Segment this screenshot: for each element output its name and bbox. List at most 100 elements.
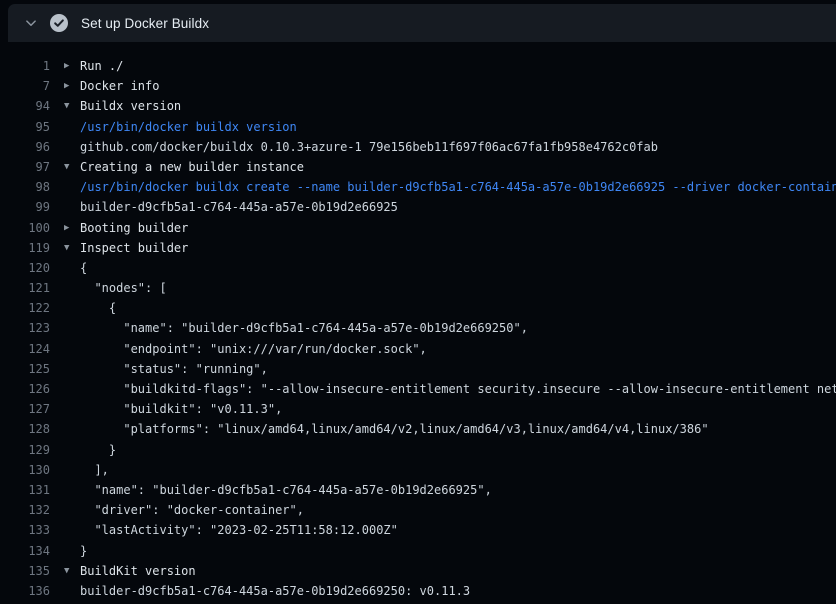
log-group-row[interactable]: 100▶Booting builder	[0, 218, 836, 238]
log-text: Docker info	[80, 76, 159, 96]
check-circle-icon	[50, 14, 68, 32]
log-group-row[interactable]: 7 ▶Docker info	[0, 76, 836, 96]
log-line: 136builder-d9cfb5a1-c764-445a-a57e-0b19d…	[0, 581, 836, 601]
line-number[interactable]: 132	[0, 500, 50, 520]
log-line: 122 {	[0, 298, 836, 318]
log-text: github.com/docker/buildx 0.10.3+azure-1 …	[80, 137, 658, 157]
log-text: BuildKit version	[80, 561, 196, 581]
log-text: Run ./	[80, 56, 123, 76]
line-number[interactable]: 135	[0, 561, 50, 581]
log-text: /usr/bin/docker buildx create --name bui…	[80, 177, 836, 197]
arrow-spacer	[64, 500, 80, 520]
line-number[interactable]: 130	[0, 460, 50, 480]
arrow-spacer	[64, 298, 80, 318]
log-text: "nodes": [	[80, 278, 167, 298]
arrow-spacer	[64, 440, 80, 460]
log-text: "status": "running",	[80, 359, 268, 379]
line-number[interactable]: 127	[0, 399, 50, 419]
log-text: ],	[80, 460, 109, 480]
line-number[interactable]: 123	[0, 318, 50, 338]
arrow-spacer	[64, 419, 80, 439]
line-number[interactable]: 96	[0, 137, 50, 157]
group-expanded-icon[interactable]: ▼	[64, 561, 80, 581]
log-text: "name": "builder-d9cfb5a1-c764-445a-a57e…	[80, 480, 492, 500]
line-number[interactable]: 131	[0, 480, 50, 500]
line-number[interactable]: 120	[0, 258, 50, 278]
line-number[interactable]: 119	[0, 238, 50, 258]
line-number[interactable]: 97	[0, 157, 50, 177]
arrow-spacer	[64, 177, 80, 197]
log-line: 99 builder-d9cfb5a1-c764-445a-a57e-0b19d2…	[0, 197, 836, 217]
log-line: 125 "status": "running",	[0, 359, 836, 379]
arrow-spacer	[64, 460, 80, 480]
arrow-spacer	[64, 379, 80, 399]
group-collapsed-icon[interactable]: ▶	[64, 218, 80, 238]
log-text: "lastActivity": "2023-02-25T11:58:12.000…	[80, 520, 398, 540]
group-expanded-icon[interactable]: ▼	[64, 96, 80, 116]
log-line: 127 "buildkit": "v0.11.3",	[0, 399, 836, 419]
group-collapsed-icon[interactable]: ▶	[64, 56, 80, 76]
log-line: 121 "nodes": [	[0, 278, 836, 298]
log-line: 98/usr/bin/docker buildx create --name b…	[0, 177, 836, 197]
log-text: "buildkitd-flags": "--allow-insecure-ent…	[80, 379, 836, 399]
log-group-row[interactable]: 135 ▼BuildKit version	[0, 561, 836, 581]
log-group-row[interactable]: 1 ▶Run ./	[0, 56, 836, 76]
line-number[interactable]: 122	[0, 298, 50, 318]
line-number[interactable]: 95	[0, 117, 50, 137]
arrow-spacer	[64, 520, 80, 540]
arrow-spacer	[64, 359, 80, 379]
line-number[interactable]: 126	[0, 379, 50, 399]
log-line: 128 "platforms": "linux/amd64,linux/amd6…	[0, 419, 836, 439]
log-text: "platforms": "linux/amd64,linux/amd64/v2…	[80, 419, 709, 439]
log-line: 95/usr/bin/docker buildx version	[0, 117, 836, 137]
group-collapsed-icon[interactable]: ▶	[64, 76, 80, 96]
log-line: 120 {	[0, 258, 836, 278]
log-line: 124 "endpoint": "unix:///var/run/docker.…	[0, 339, 836, 359]
log-line: 132 "driver": "docker-container",	[0, 500, 836, 520]
log-group-row[interactable]: 119▼Inspect builder	[0, 238, 836, 258]
line-number[interactable]: 94	[0, 96, 50, 116]
line-number[interactable]: 129	[0, 440, 50, 460]
arrow-spacer	[64, 117, 80, 137]
line-number[interactable]: 7	[0, 76, 50, 96]
log-group-row[interactable]: 97 ▼Creating a new builder instance	[0, 157, 836, 177]
arrow-spacer	[64, 581, 80, 601]
group-expanded-icon[interactable]: ▼	[64, 157, 80, 177]
log-line: 133 "lastActivity": "2023-02-25T11:58:12…	[0, 520, 836, 540]
log-output: 1▶Run ./7▶Docker info94▼Buildx version95…	[0, 56, 836, 601]
log-text: }	[80, 541, 87, 561]
group-expanded-icon[interactable]: ▼	[64, 238, 80, 258]
log-line: 129 }	[0, 440, 836, 460]
step-header[interactable]: Set up Docker Buildx	[8, 4, 836, 42]
log-text: Creating a new builder instance	[80, 157, 304, 177]
line-number[interactable]: 121	[0, 278, 50, 298]
line-number[interactable]: 134	[0, 541, 50, 561]
log-text: {	[80, 298, 116, 318]
line-number[interactable]: 99	[0, 197, 50, 217]
log-line: 130 ],	[0, 460, 836, 480]
line-number[interactable]: 124	[0, 339, 50, 359]
log-text: /usr/bin/docker buildx version	[80, 117, 297, 137]
log-group-row[interactable]: 94▼Buildx version	[0, 96, 836, 116]
line-number[interactable]: 100	[0, 218, 50, 238]
log-text: {	[80, 258, 87, 278]
log-text: "name": "builder-d9cfb5a1-c764-445a-a57e…	[80, 318, 528, 338]
arrow-spacer	[64, 339, 80, 359]
log-text: builder-d9cfb5a1-c764-445a-a57e-0b19d2e6…	[80, 197, 398, 217]
log-text: }	[80, 440, 116, 460]
log-line: 126 "buildkitd-flags": "--allow-insecure…	[0, 379, 836, 399]
line-number[interactable]: 1	[0, 56, 50, 76]
arrow-spacer	[64, 258, 80, 278]
log-text: "endpoint": "unix:///var/run/docker.sock…	[80, 339, 427, 359]
line-number[interactable]: 98	[0, 177, 50, 197]
line-number[interactable]: 133	[0, 520, 50, 540]
line-number[interactable]: 128	[0, 419, 50, 439]
log-text: "driver": "docker-container",	[80, 500, 304, 520]
arrow-spacer	[64, 137, 80, 157]
chevron-down-icon[interactable]	[25, 17, 37, 29]
line-number[interactable]: 125	[0, 359, 50, 379]
arrow-spacer	[64, 318, 80, 338]
line-number[interactable]: 136	[0, 581, 50, 601]
log-line: 131 "name": "builder-d9cfb5a1-c764-445a-…	[0, 480, 836, 500]
step-title: Set up Docker Buildx	[81, 16, 209, 31]
